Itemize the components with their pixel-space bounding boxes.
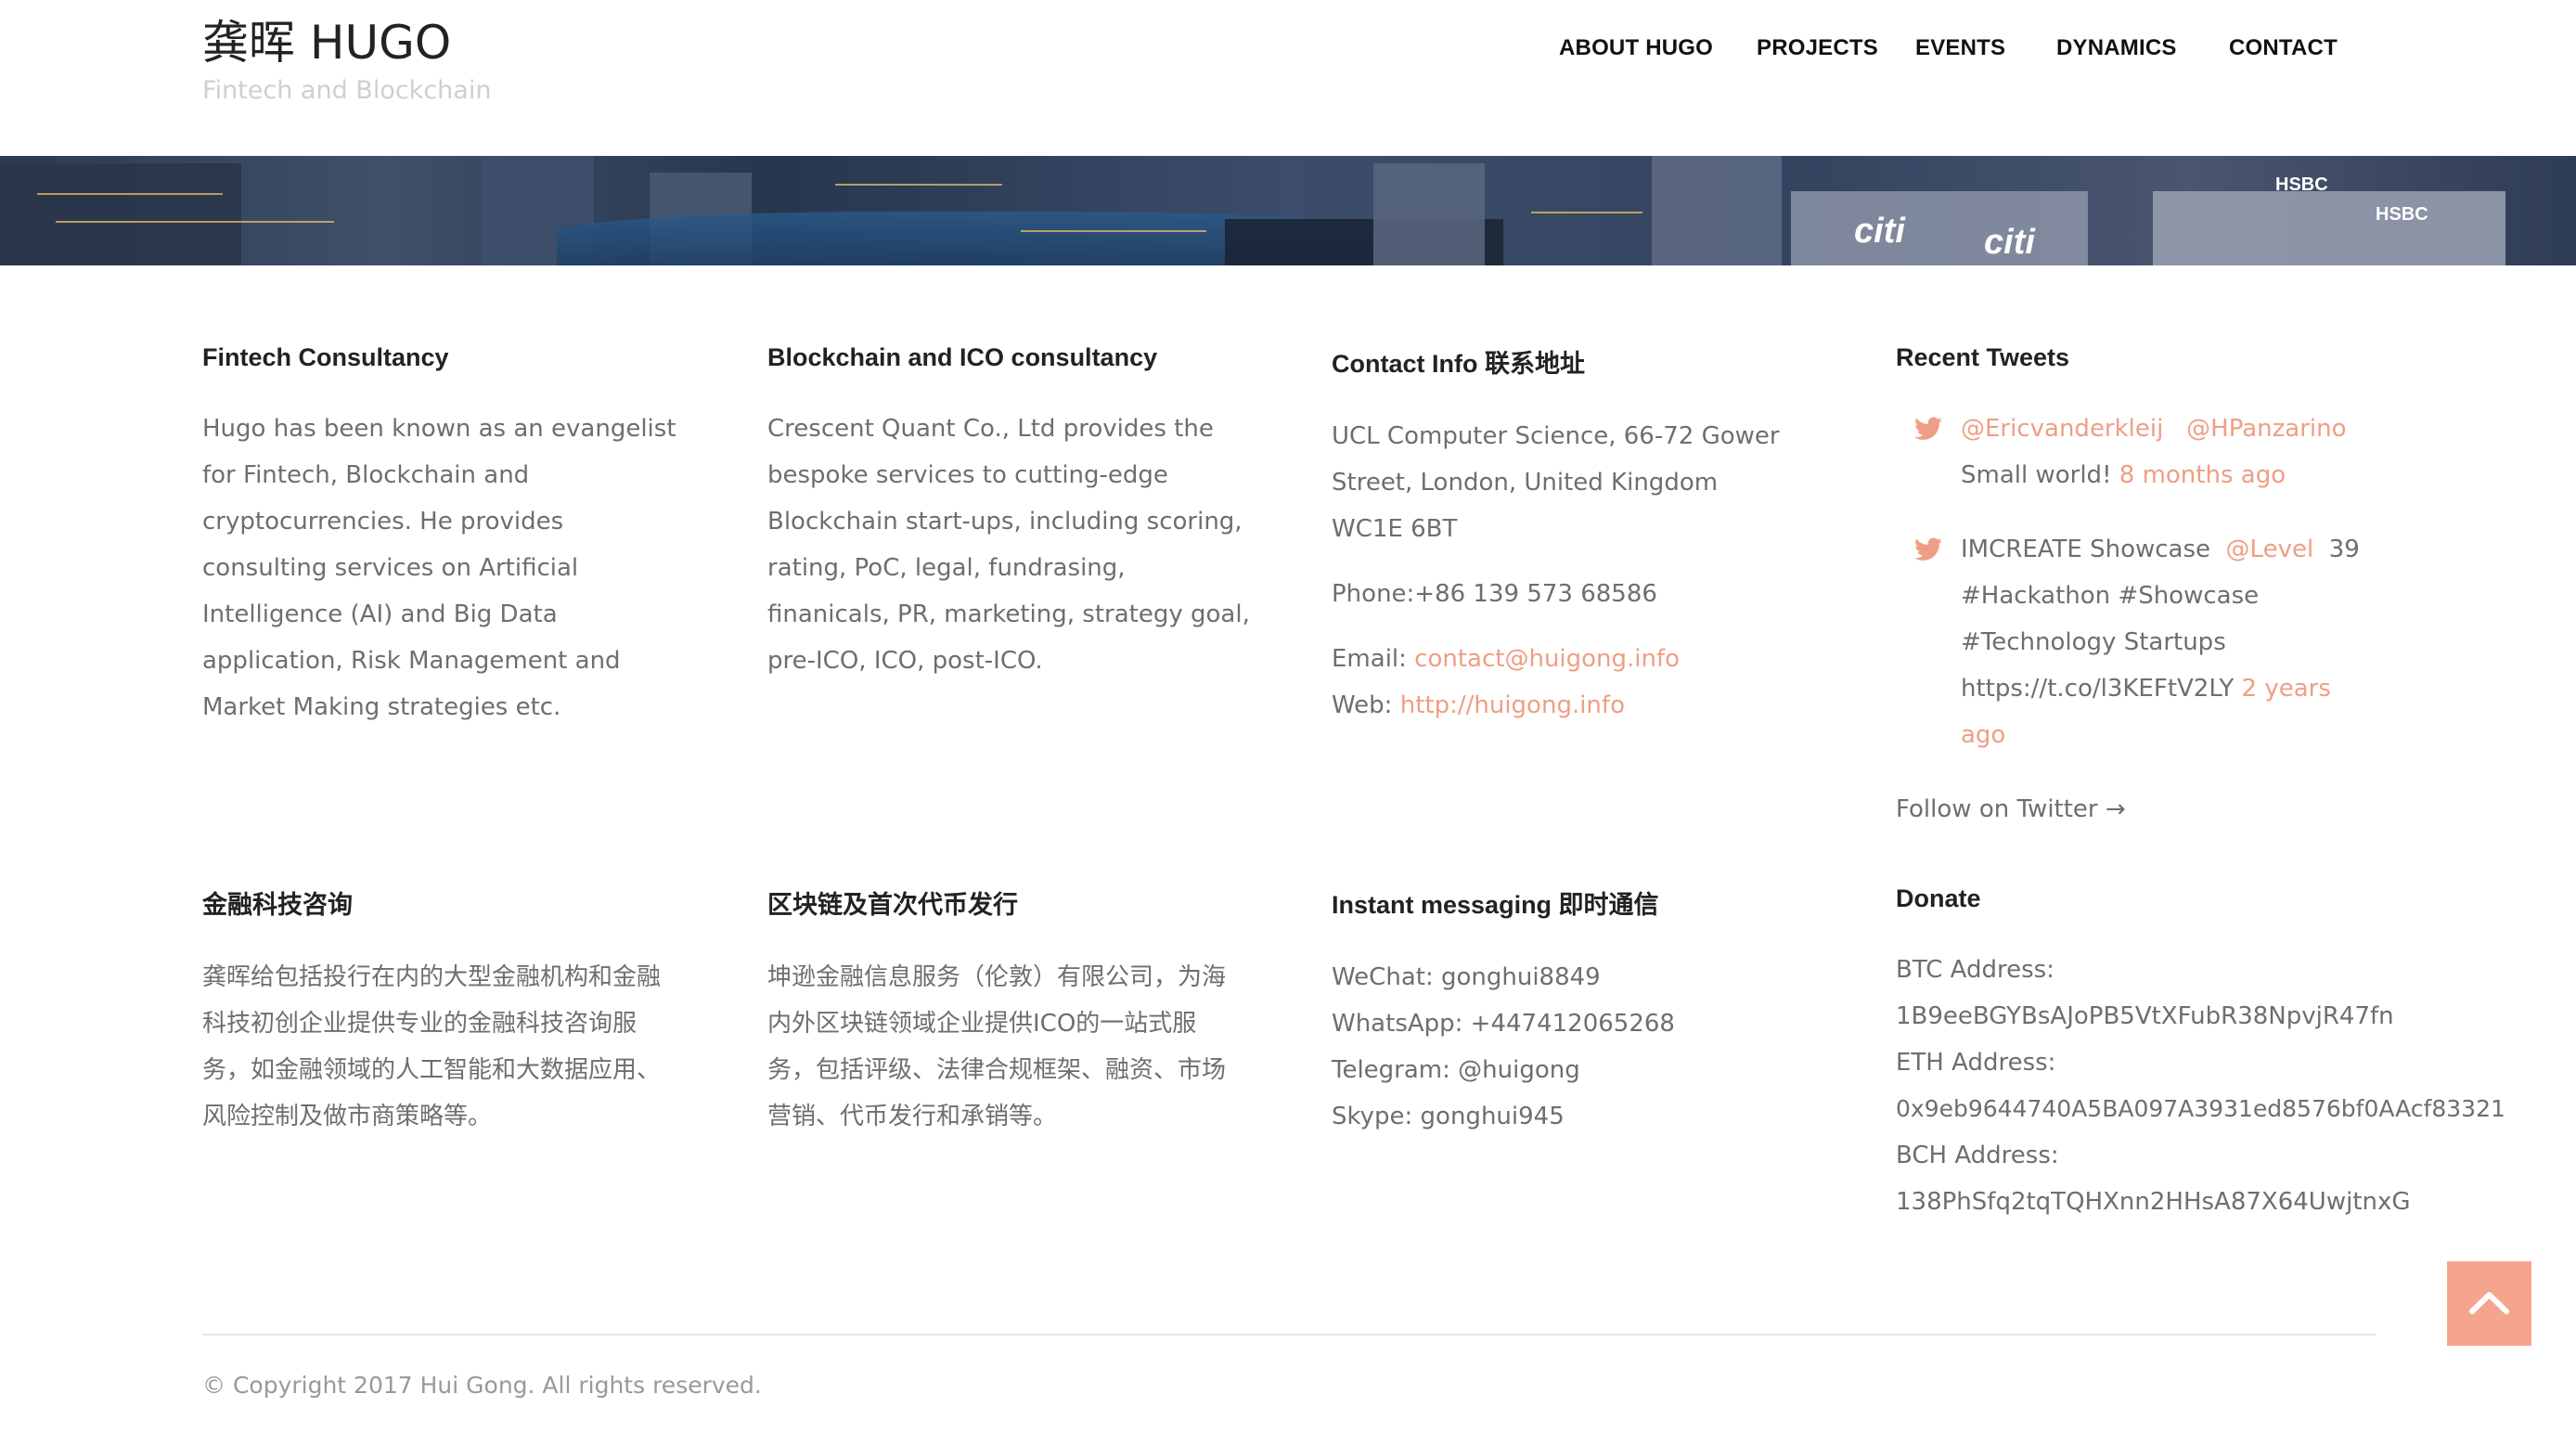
eth-label: ETH Address: bbox=[1896, 1049, 2056, 1077]
nav-about-hugo[interactable]: ABOUT HUGO bbox=[1559, 35, 1713, 61]
tweet-text: IMCREATE Showcase bbox=[1961, 536, 2211, 563]
im-wechat: WeChat: gonghui8849 bbox=[1332, 963, 1601, 991]
fintech-section: Fintech Consultancy Hugo has been known … bbox=[202, 343, 694, 730]
blockchain-cn-section: 区块链及首次代币发行 坤逊金融信息服务（伦敦）有限公司，为海内外区块链领域企业提… bbox=[767, 884, 1241, 1140]
copyright-text: © Copyright 2017 Hui Gong. All rights re… bbox=[202, 1372, 762, 1399]
hsbc-sign: HSBC bbox=[2376, 204, 2428, 225]
tweet-mention[interactable]: @HPanzarino bbox=[2186, 415, 2346, 443]
blockchain-text: Crescent Quant Co., Ltd provides the bes… bbox=[767, 415, 1250, 675]
tweets-heading: Recent Tweets bbox=[1896, 343, 2070, 371]
contact-web-row: Web: http://huigong.info bbox=[1332, 682, 1786, 729]
site-tagline: Fintech and Blockchain bbox=[202, 76, 492, 105]
donate-section: Donate BTC Address: 1B9eeBGYBsAJoPB5VtXF… bbox=[1896, 884, 2545, 1225]
fintech-text: Hugo has been known as an evangelist for… bbox=[202, 415, 676, 721]
im-skype: Skype: gonghui945 bbox=[1332, 1103, 1565, 1130]
contact-email-row: Email: contact@huigong.info bbox=[1332, 636, 1786, 682]
blockchain-heading: Blockchain and ICO consultancy bbox=[767, 343, 1158, 371]
hero-banner-city-skyline: citi citi HSBC HSBC bbox=[0, 156, 2576, 265]
email-link[interactable]: contact@huigong.info bbox=[1414, 645, 1680, 673]
nav-projects[interactable]: PROJECTS bbox=[1757, 35, 1878, 61]
twitter-bird-icon bbox=[1914, 417, 1942, 440]
btc-address: 1B9eeBGYBsAJoPB5VtXFubR38NpvjR47fn bbox=[1896, 1002, 2394, 1030]
blockchain-cn-heading: 区块链及首次代币发行 bbox=[767, 891, 1018, 919]
contact-phone: Phone:+86 139 573 68586 bbox=[1332, 580, 1657, 608]
nav-contact[interactable]: CONTACT bbox=[2229, 35, 2338, 61]
btc-label: BTC Address: bbox=[1896, 956, 2054, 984]
contact-section: Contact Info 联系地址 UCL Computer Science, … bbox=[1332, 343, 1786, 729]
citi-sign: citi bbox=[1984, 223, 2035, 262]
im-section: Instant messaging 即时通信 WeChat: gonghui88… bbox=[1332, 884, 1796, 1140]
tweet-mention[interactable]: @Ericvanderkleij bbox=[1961, 415, 2163, 443]
tweet-mention[interactable]: @Level bbox=[2226, 536, 2314, 563]
tweet-text: Small world! bbox=[1961, 461, 2112, 489]
citi-sign: citi bbox=[1854, 212, 1905, 251]
fintech-cn-section: 金融科技咨询 龚晖给包括投行在内的大型金融机构和金融科技初创企业提供专业的金融科… bbox=[202, 884, 676, 1140]
im-telegram: Telegram: @huigong bbox=[1332, 1056, 1580, 1084]
contact-address: UCL Computer Science, 66-72 Gower Street… bbox=[1332, 422, 1780, 543]
fintech-cn-heading: 金融科技咨询 bbox=[202, 891, 353, 919]
tweets-section: Recent Tweets @Ericvanderkleij @HPanzari… bbox=[1896, 343, 2415, 833]
web-label: Web: bbox=[1332, 691, 1400, 719]
fintech-heading: Fintech Consultancy bbox=[202, 343, 449, 371]
site-header: 龚晖 HUGO Fintech and Blockchain ABOUT HUG… bbox=[0, 0, 2576, 156]
footer-divider bbox=[202, 1334, 2376, 1336]
hsbc-sign: HSBC bbox=[2275, 174, 2328, 195]
blockchain-section: Blockchain and ICO consultancy Crescent … bbox=[767, 343, 1250, 684]
blockchain-cn-text: 坤逊金融信息服务（伦敦）有限公司，为海内外区块链领域企业提供ICO的一站式服务，… bbox=[767, 963, 1227, 1130]
tweet-item: @Ericvanderkleij @HPanzarino Small world… bbox=[1896, 406, 2415, 498]
site-title[interactable]: 龚晖 HUGO bbox=[202, 6, 451, 72]
tweet-item: IMCREATE Showcase @Level 39 #Hackathon #… bbox=[1896, 526, 2378, 758]
fintech-cn-text: 龚晖给包括投行在内的大型金融机构和金融科技初创企业提供专业的金融科技咨询服务，如… bbox=[202, 963, 662, 1130]
nav-dynamics[interactable]: DYNAMICS bbox=[2056, 35, 2177, 61]
follow-on-twitter-link[interactable]: Follow on Twitter → bbox=[1896, 786, 2415, 833]
tweet-time[interactable]: 8 months ago bbox=[2119, 461, 2286, 489]
contact-heading: Contact Info 联系地址 bbox=[1332, 350, 1585, 378]
bch-label: BCH Address: bbox=[1896, 1142, 2059, 1169]
im-whatsapp: WhatsApp: +447412065268 bbox=[1332, 1010, 1675, 1038]
donate-heading: Donate bbox=[1896, 884, 1981, 912]
bch-address: 138PhSfq2tqTQHXnn2HHsA87X64UwjtnxG bbox=[1896, 1188, 2411, 1216]
back-to-top-button[interactable] bbox=[2447, 1261, 2531, 1346]
web-link[interactable]: http://huigong.info bbox=[1400, 691, 1625, 719]
nav-events[interactable]: EVENTS bbox=[1915, 35, 2005, 61]
chevron-up-icon bbox=[2469, 1292, 2509, 1314]
email-label: Email: bbox=[1332, 645, 1415, 673]
twitter-bird-icon bbox=[1914, 537, 1942, 561]
im-heading: Instant messaging 即时通信 bbox=[1332, 891, 1659, 919]
eth-address: 0x9eb9644740A5BA097A3931ed8576bf0AAcf833… bbox=[1896, 1095, 2505, 1122]
